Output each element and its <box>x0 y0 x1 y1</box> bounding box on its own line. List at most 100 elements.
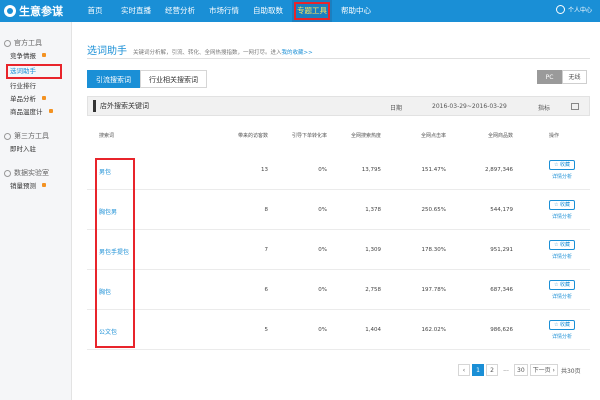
pagination-prev-button[interactable]: ‹ <box>458 364 470 376</box>
search-heat-cell: 1,378 <box>365 207 381 213</box>
tab-bar: 引流搜索词 行业相关搜索词 <box>87 70 207 88</box>
products-cell: 687,346 <box>490 287 513 293</box>
conversion-cell: 0% <box>318 207 327 213</box>
sidebar-item-competition[interactable]: 竞争情报 <box>0 50 71 63</box>
nav-item-live[interactable]: 实时直播 <box>116 0 156 22</box>
ctr-cell: 162.02% <box>421 327 446 333</box>
sidebar-item-sales-forecast[interactable]: 销量预测 <box>0 180 71 193</box>
device-pc-button[interactable]: PC <box>537 70 562 84</box>
detail-analysis-link[interactable]: 详情分析 <box>549 333 575 340</box>
pagination-page-1[interactable]: 1 <box>472 364 484 376</box>
date-range-picker[interactable]: 2016-03-29~2016-03-29 <box>432 103 507 110</box>
sidebar-item-product-analysis[interactable]: 单品分析 <box>0 93 71 106</box>
new-badge-icon <box>42 183 46 187</box>
sidebar-group-title: 数据实验室 <box>14 169 49 177</box>
pagination-page-2[interactable]: 2 <box>486 364 498 376</box>
conversion-cell: 0% <box>318 167 327 173</box>
visitors-cell: 7 <box>264 247 269 253</box>
sidebar-item-label: 竞争情报 <box>10 52 36 60</box>
collapse-icon <box>4 39 11 47</box>
sidebar-item-industry-ranking[interactable]: 行业排行 <box>0 80 71 93</box>
products-cell: 544,179 <box>490 207 513 213</box>
detail-analysis-link[interactable]: 详情分析 <box>549 293 575 300</box>
device-toggle: PC 无线 <box>537 70 587 84</box>
ctr-cell: 178.30% <box>421 247 446 253</box>
sidebar-group-third-party-tools[interactable]: 第三方工具 <box>0 129 71 143</box>
metrics-selector[interactable]: 指标 <box>538 103 550 112</box>
main-nav: 首页 实时直播 经营分析 市场行情 自助取数 专题工具 帮助中心 <box>78 0 376 22</box>
sidebar-group-title: 官方工具 <box>14 39 42 47</box>
visitors-cell: 5 <box>264 327 269 333</box>
favorite-button[interactable]: ☆ 收藏 <box>549 320 575 330</box>
search-heat-cell: 1,309 <box>365 247 381 253</box>
ctr-cell: 151.47% <box>421 167 446 173</box>
tab-traffic-keywords[interactable]: 引流搜索词 <box>87 70 140 88</box>
products-cell: 951,291 <box>490 247 513 253</box>
page-description: 关键词分析解，引流、转化、全网热搜指数，一网打尽。进入我的收藏>> <box>133 48 313 56</box>
pagination-ellipsis: ... <box>500 364 512 376</box>
sidebar-item-instant-join[interactable]: 即时入驻 <box>0 143 71 156</box>
sidebar-item-label: 单品分析 <box>10 95 36 103</box>
nav-item-help-center[interactable]: 帮助中心 <box>336 0 376 22</box>
sidebar-item-keyword-assistant[interactable]: 选词助手 <box>6 64 62 79</box>
column-header-conversion[interactable]: 引导下单转化率 <box>275 132 327 139</box>
page-title: 选词助手 <box>87 46 127 57</box>
download-icon[interactable] <box>571 103 579 110</box>
row-actions: ☆ 收藏 详情分析 <box>549 240 575 260</box>
column-header-keyword: 搜索词 <box>99 133 115 139</box>
row-actions: ☆ 收藏 详情分析 <box>549 160 575 180</box>
my-favorites-link[interactable]: 我的收藏>> <box>282 50 313 56</box>
row-actions: ☆ 收藏 详情分析 <box>549 280 575 300</box>
sidebar: 官方工具 竞争情报 选词助手 行业排行 单品分析 商品温度计 第三方工具 即时入… <box>0 22 72 400</box>
column-header-products[interactable]: 全网商品数 <box>467 132 513 139</box>
device-wireless-button[interactable]: 无线 <box>562 70 587 84</box>
table-row: 胸包 6 0% 2,758 197.78% 687,346 ☆ 收藏 详情分析 <box>87 270 590 310</box>
sidebar-group-title: 第三方工具 <box>14 132 49 140</box>
table-row: 男包手提包 7 0% 1,309 178.30% 951,291 ☆ 收藏 详情… <box>87 230 590 270</box>
sidebar-group-official-tools[interactable]: 官方工具 <box>0 36 71 50</box>
detail-analysis-link[interactable]: 详情分析 <box>549 253 575 260</box>
user-label: 个人中心 <box>567 7 592 14</box>
products-cell: 2,897,346 <box>485 167 513 173</box>
keyword-highlight-box <box>95 158 135 348</box>
brand-logo[interactable]: 生意参谋 <box>0 0 78 22</box>
products-cell: 986,626 <box>490 327 513 333</box>
favorite-button[interactable]: ☆ 收藏 <box>549 200 575 210</box>
main-content: 选词助手 关键词分析解，引流、转化、全网热搜指数，一网打尽。进入我的收藏>> 引… <box>73 22 600 400</box>
column-header-ctr[interactable]: 全网点击率 <box>406 132 446 139</box>
nav-item-self-service-data[interactable]: 自助取数 <box>248 0 288 22</box>
column-header-visitors[interactable]: 带来的访客数 <box>222 132 268 139</box>
table-row: 男包 13 0% 13,795 151.47% 2,897,346 ☆ 收藏 详… <box>87 150 590 190</box>
conversion-cell: 0% <box>318 327 327 333</box>
row-actions: ☆ 收藏 详情分析 <box>549 320 575 340</box>
sidebar-item-label: 销量预测 <box>10 182 36 190</box>
brand-name: 生意参谋 <box>19 5 63 18</box>
page-heading: 选词助手 关键词分析解，引流、转化、全网热搜指数，一网打尽。进入我的收藏>> <box>87 42 313 57</box>
favorite-button[interactable]: ☆ 收藏 <box>549 240 575 250</box>
column-header-search-heat[interactable]: 全网搜索热度 <box>335 132 381 139</box>
collapse-icon <box>4 169 11 177</box>
table-row: 胸包男 8 0% 1,378 250.65% 544,179 ☆ 收藏 详情分析 <box>87 190 590 230</box>
detail-analysis-link[interactable]: 详情分析 <box>549 213 575 220</box>
favorite-button[interactable]: ☆ 收藏 <box>549 160 575 170</box>
pagination-next-button[interactable]: 下一页 › <box>529 364 558 376</box>
visitors-cell: 13 <box>261 167 268 173</box>
detail-analysis-link[interactable]: 详情分析 <box>549 173 575 180</box>
nav-item-home[interactable]: 首页 <box>78 0 112 22</box>
sidebar-item-product-thermometer[interactable]: 商品温度计 <box>0 106 71 119</box>
nav-item-special-tools[interactable]: 专题工具 <box>292 0 332 22</box>
sidebar-item-label: 商品温度计 <box>10 108 43 116</box>
nav-item-business-analysis[interactable]: 经营分析 <box>160 0 200 22</box>
tab-industry-keywords[interactable]: 行业相关搜索词 <box>140 70 207 88</box>
nav-item-market[interactable]: 市场行情 <box>204 0 244 22</box>
page-description-text: 关键词分析解，引流、转化、全网热搜指数，一网打尽。进入 <box>133 50 282 56</box>
divider <box>87 58 590 59</box>
user-menu[interactable]: 个人中心 <box>555 5 592 14</box>
sidebar-group-data-lab[interactable]: 数据实验室 <box>0 166 71 180</box>
pagination-page-30[interactable]: 30 <box>514 364 528 376</box>
sidebar-item-label: 选词助手 <box>10 67 36 75</box>
favorite-button[interactable]: ☆ 收藏 <box>549 280 575 290</box>
sidebar-item-label: 即时入驻 <box>10 145 36 153</box>
table-row: 公文包 5 0% 1,404 162.02% 986,626 ☆ 收藏 详情分析 <box>87 310 590 350</box>
brand-logo-icon <box>4 5 16 17</box>
